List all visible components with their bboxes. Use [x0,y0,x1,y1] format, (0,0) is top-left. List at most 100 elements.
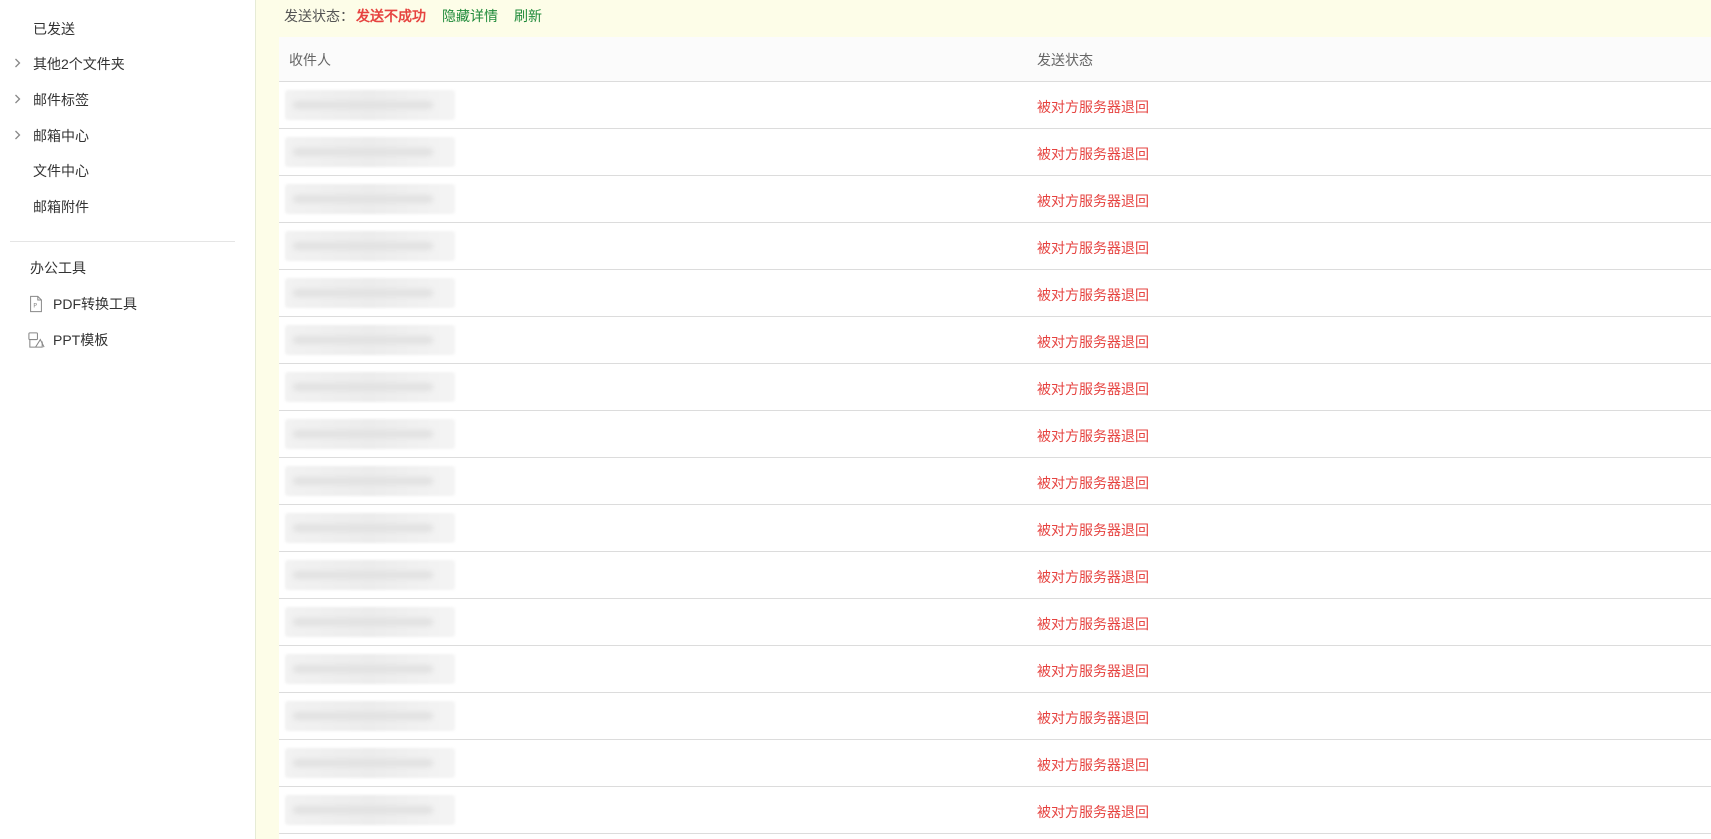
recipient-address-redacted [285,701,455,731]
table-body: 被对方服务器退回 被对方服务器退回 被对方服务器退回 被对方服务器退回 被对方服务器退回… [279,82,1711,834]
sidebar-item-mail-tags[interactable]: 邮件标签 [0,83,255,117]
recipient-address-redacted [285,419,455,449]
redacted-text [293,148,433,156]
redacted-text [293,806,433,814]
delivery-status: 被对方服务器退回 [1037,428,1149,444]
table-row: 被对方服务器退回 [279,458,1711,505]
table-row: 被对方服务器退回 [279,176,1711,223]
recipient-address-redacted [285,513,455,543]
table-row: 被对方服务器退回 [279,317,1711,364]
send-status-label: 发送状态： [284,8,354,24]
table-header: 收件人 发送状态 [279,37,1711,82]
recipient-address-redacted [285,466,455,496]
table-row: 被对方服务器退回 [279,270,1711,317]
send-status-value: 发送不成功 [356,8,426,24]
sidebar-divider [10,241,235,242]
sidebar-item-mailbox-center[interactable]: 邮箱中心 [0,119,255,153]
column-header-status: 发送状态 [1037,52,1093,68]
recipient-address-redacted [285,607,455,637]
delivery-status: 被对方服务器退回 [1037,804,1149,820]
sidebar: 已发送 其他2个文件夹 邮件标签 邮箱中心 文件中心 邮箱附件 办公工具 P P… [0,0,256,839]
sidebar-item-label: 邮箱中心 [33,128,89,144]
redacted-text [293,195,433,203]
main-content: 发送状态： 发送不成功 隐藏详情 刷新 收件人 发送状态 被对方服务器退回 被对方… [256,0,1711,839]
svg-text:P: P [33,303,37,310]
table-row: 被对方服务器退回 [279,552,1711,599]
recipient-address-redacted [285,325,455,355]
tool-label: PDF转换工具 [53,296,137,312]
tool-label: PPT模板 [53,332,109,348]
redacted-text [293,524,433,532]
recipient-address-redacted [285,278,455,308]
delivery-status: 被对方服务器退回 [1037,334,1149,350]
table-row: 被对方服务器退回 [279,787,1711,834]
table-row: 被对方服务器退回 [279,599,1711,646]
delivery-status: 被对方服务器退回 [1037,193,1149,209]
redacted-text [293,618,433,626]
redacted-text [293,759,433,767]
sidebar-item-label: 邮件标签 [33,92,89,108]
table-row: 被对方服务器退回 [279,411,1711,458]
table-row: 被对方服务器退回 [279,129,1711,176]
redacted-text [293,430,433,438]
recipient-address-redacted [285,372,455,402]
sidebar-item-label: 文件中心 [33,163,89,179]
delivery-status: 被对方服务器退回 [1037,757,1149,773]
redacted-text [293,242,433,250]
redacted-text [293,712,433,720]
delivery-status: 被对方服务器退回 [1037,663,1149,679]
sidebar-item-label: 已发送 [33,21,75,37]
recipient-address-redacted [285,560,455,590]
delivery-status: 被对方服务器退回 [1037,616,1149,632]
delivery-status: 被对方服务器退回 [1037,569,1149,585]
hide-details-link[interactable]: 隐藏详情 [442,6,498,26]
redacted-text [293,289,433,297]
table-row: 被对方服务器退回 [279,693,1711,740]
chevron-right-icon[interactable] [12,57,24,69]
table-row: 被对方服务器退回 [279,740,1711,787]
sidebar-item-label: 邮箱附件 [33,199,89,215]
delivery-status: 被对方服务器退回 [1037,146,1149,162]
sidebar-item-other-folders[interactable]: 其他2个文件夹 [0,47,255,81]
recipient-address-redacted [285,654,455,684]
redacted-text [293,383,433,391]
table-row: 被对方服务器退回 [279,82,1711,129]
recipient-address-redacted [285,90,455,120]
recipient-address-redacted [285,184,455,214]
delivery-status: 被对方服务器退回 [1037,475,1149,491]
tool-ppt-template[interactable]: PPT模板 [26,327,108,353]
table-row: 被对方服务器退回 [279,646,1711,693]
sidebar-item-sent[interactable]: 已发送 [0,12,255,46]
delivery-status: 被对方服务器退回 [1037,710,1149,726]
redacted-text [293,101,433,109]
delivery-status: 被对方服务器退回 [1037,381,1149,397]
redacted-text [293,336,433,344]
office-tools-title: 办公工具 [30,260,86,276]
chevron-right-icon[interactable] [12,93,24,105]
chevron-right-icon[interactable] [12,129,24,141]
recipient-address-redacted [285,137,455,167]
recipient-status-table: 收件人 发送状态 被对方服务器退回 被对方服务器退回 被对方服务器退回 被对方服务器退… [279,37,1711,839]
ppt-template-icon [26,330,46,350]
table-row: 被对方服务器退回 [279,223,1711,270]
tool-pdf-converter[interactable]: P PDF转换工具 [26,291,137,317]
delivery-status: 被对方服务器退回 [1037,240,1149,256]
recipient-address-redacted [285,748,455,778]
delivery-status: 被对方服务器退回 [1037,287,1149,303]
sidebar-item-file-center[interactable]: 文件中心 [0,154,255,188]
delivery-status: 被对方服务器退回 [1037,522,1149,538]
refresh-link[interactable]: 刷新 [514,6,542,26]
pdf-file-icon: P [26,294,46,314]
column-header-recipient: 收件人 [289,52,331,68]
redacted-text [293,477,433,485]
recipient-address-redacted [285,795,455,825]
redacted-text [293,571,433,579]
table-row: 被对方服务器退回 [279,364,1711,411]
recipient-address-redacted [285,231,455,261]
redacted-text [293,665,433,673]
delivery-status: 被对方服务器退回 [1037,99,1149,115]
send-status-bar: 发送状态： 发送不成功 隐藏详情 刷新 [284,6,542,26]
table-row: 被对方服务器退回 [279,505,1711,552]
sidebar-item-label: 其他2个文件夹 [33,56,125,72]
sidebar-item-mail-attachments[interactable]: 邮箱附件 [0,190,255,224]
